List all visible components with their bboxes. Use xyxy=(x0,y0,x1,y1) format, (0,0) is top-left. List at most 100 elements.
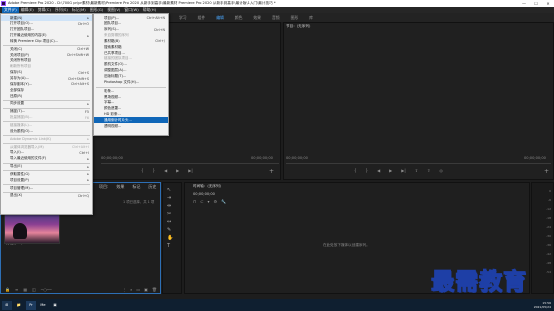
windows-taskbar: ⊞ 📁 Pr Me ▣ 15:56 2021/05/24 xyxy=(0,299,554,311)
menu-item[interactable]: 退出(X) Ctrl+Q xyxy=(1,193,92,199)
mark-in-icon[interactable]: { xyxy=(141,168,144,173)
menu-item-label: 关闭(C) xyxy=(10,46,23,51)
program-mark-in-icon[interactable]: { xyxy=(354,168,357,173)
freeform-view-icon[interactable]: ◫ xyxy=(32,287,36,292)
program-tab[interactable]: 节目：(无序列) xyxy=(286,24,310,29)
program-add-button-icon[interactable]: + xyxy=(544,168,549,175)
tab-project[interactable]: 项目: xyxy=(99,184,108,190)
automate-icon[interactable]: ⋮ xyxy=(122,287,126,292)
snap-icon[interactable]: ⊓ xyxy=(193,199,196,204)
track-select-tool-icon[interactable]: ⇥ xyxy=(167,196,172,201)
mark-out-icon[interactable]: } xyxy=(153,168,156,173)
minimize-button[interactable]: — xyxy=(518,0,530,7)
premiere-app-icon xyxy=(1,1,6,6)
list-view-icon[interactable]: ≡ xyxy=(15,287,18,292)
workspace-graphics[interactable]: 图形 xyxy=(291,15,299,21)
program-step-forward-icon[interactable]: ▶| xyxy=(401,168,405,173)
workspace-assembly[interactable]: 组件 xyxy=(198,15,206,21)
wrench-icon[interactable]: 🔧 xyxy=(221,199,226,204)
file-explorer-icon[interactable]: 📁 xyxy=(14,301,24,310)
menu-item-label: 保存副本(Y)... xyxy=(10,81,33,86)
ripple-edit-tool-icon[interactable]: ⇹ xyxy=(167,204,172,209)
timeline-timecode[interactable]: 00;00;00;00 xyxy=(193,192,215,196)
menu-item[interactable]: 还原(R) xyxy=(1,93,92,99)
workspace-color[interactable]: 颜色 xyxy=(235,15,243,21)
new-item-icon[interactable]: ▣ xyxy=(144,287,148,292)
workspace-audio[interactable]: 音频 xyxy=(272,15,280,21)
menu-item-label: 转换 Premiere Clip 项目(C)... xyxy=(10,38,59,43)
audio-meters-panel: 0 -6 -12 -18 -24 -30 -36 -42 -48 -54 xyxy=(531,182,554,294)
menu-item[interactable]: 同步设置 ▸ xyxy=(1,101,92,107)
menu-item-label: 获取属性(G) xyxy=(10,171,30,176)
tab-markers[interactable]: 标记 xyxy=(132,184,140,190)
menu-item[interactable]: 透明视频... xyxy=(94,123,168,129)
step-back-icon[interactable]: ◀ xyxy=(164,168,167,173)
add-marker-icon[interactable]: ▾ xyxy=(207,199,209,204)
timeline-settings-icon[interactable]: ⚙ xyxy=(214,199,218,204)
find-icon[interactable]: ⌕ xyxy=(130,287,132,292)
menu-item[interactable]: 导出(E) ▸ xyxy=(1,164,92,170)
menu-item-shortcut: Ctrl+Alt+S xyxy=(71,82,89,87)
lift-icon[interactable]: ⇧ xyxy=(415,168,418,173)
program-mark-out-icon[interactable]: } xyxy=(366,168,369,173)
media-encoder-taskbar-icon[interactable]: Me xyxy=(38,301,48,310)
start-icon[interactable]: ⊞ xyxy=(2,300,12,310)
new-bin-icon[interactable]: ▭ xyxy=(136,287,140,292)
source-scrubber[interactable] xyxy=(101,163,279,164)
icon-view-icon[interactable]: ▦ xyxy=(23,287,27,292)
menu-item[interactable]: 导入最近使用的文件(F) ▸ xyxy=(1,156,92,162)
add-button-icon[interactable]: + xyxy=(269,168,274,175)
workspace-learn[interactable]: 学习 xyxy=(179,15,187,21)
menu-item-label: 导入最近使用的文件(F) xyxy=(10,156,47,161)
meter-label: -6 xyxy=(548,198,551,202)
meter-label: -24 xyxy=(546,225,551,229)
meter-label: -30 xyxy=(546,234,551,238)
menu-item[interactable]: 项目管理(M)... xyxy=(1,185,92,191)
lock-icon[interactable]: 🔒 xyxy=(5,287,10,292)
program-timecode-out: 00;00;00;00 xyxy=(524,156,546,160)
play-icon[interactable]: ▶ xyxy=(176,168,179,173)
menu-item[interactable]: Photoshop 文件(H)... xyxy=(94,79,168,85)
tab-effects[interactable]: 效果 xyxy=(116,184,124,190)
premiere-taskbar-icon[interactable]: Pr xyxy=(26,300,36,310)
export-frame-icon[interactable]: ◎ xyxy=(439,168,443,173)
submenu-arrow-icon: ▸ xyxy=(87,178,89,183)
clock-date[interactable]: 2021/05/24 xyxy=(534,305,551,309)
maximize-button[interactable]: ☐ xyxy=(530,0,542,7)
menu-item-label: 团队项目... xyxy=(104,21,122,26)
type-tool-icon[interactable]: T xyxy=(167,244,172,249)
project-footer-controls: 🔒 ≡ ▦ ◫ ─○── xyxy=(5,287,52,292)
menu-item-label: 透明视频... xyxy=(104,123,122,128)
pen-tool-icon[interactable]: ✎ xyxy=(167,228,172,233)
razor-tool-icon[interactable]: ✂ xyxy=(167,212,172,217)
program-step-back-icon[interactable]: ◀ xyxy=(377,168,380,173)
slip-tool-icon[interactable]: ↔ xyxy=(167,220,172,225)
close-button[interactable]: ✕ xyxy=(542,0,554,7)
workspace-editing[interactable]: 编辑 xyxy=(216,15,224,21)
tools-panel: ↖ ⇥ ⇹ ✂ ↔ ✎ ✋ T xyxy=(162,182,182,294)
timeline-tab[interactable]: 时间轴：(无序列) xyxy=(193,184,221,189)
app-taskbar-icon[interactable]: ▣ xyxy=(50,301,60,310)
source-timecode-in: 00;00;00;00 xyxy=(101,156,123,160)
linked-selection-icon[interactable]: ⊂ xyxy=(200,199,203,204)
menu-item-label: 脱机文件(O)... xyxy=(104,62,127,67)
timeline-toolbar: ⊓ ⊂ ▾ ⚙ 🔧 xyxy=(193,199,226,204)
window-controls: — ☐ ✕ xyxy=(518,0,554,7)
menu-item[interactable]: 转换 Premiere Clip 项目(C)... xyxy=(1,38,92,44)
trash-icon[interactable]: 🗑 xyxy=(152,287,157,292)
meter-scale: 0 -6 -12 -18 -24 -30 -36 -42 -48 -54 xyxy=(546,189,551,274)
hand-tool-icon[interactable]: ✋ xyxy=(167,236,173,241)
menu-item[interactable]: 设为脱机(O)... xyxy=(1,128,92,134)
extract-icon[interactable]: ⇪ xyxy=(427,168,430,173)
menu-item[interactable]: 项目设置(P) ▸ xyxy=(1,177,92,183)
program-scrubber[interactable] xyxy=(286,163,551,164)
program-play-icon[interactable]: ▶ xyxy=(389,168,392,173)
workspace-libraries[interactable]: 库 xyxy=(309,15,313,21)
step-forward-icon[interactable]: ▶| xyxy=(188,168,192,173)
workspace-effects[interactable]: 效果 xyxy=(253,15,261,21)
menu-item-label: 已共享项目... xyxy=(104,50,125,55)
menu-item-shortcut: Ctrl+/ xyxy=(155,39,165,44)
selection-tool-icon[interactable]: ↖ xyxy=(167,188,172,193)
zoom-slider[interactable]: ─○── xyxy=(41,287,52,292)
tab-history[interactable]: 历史 xyxy=(148,184,156,190)
